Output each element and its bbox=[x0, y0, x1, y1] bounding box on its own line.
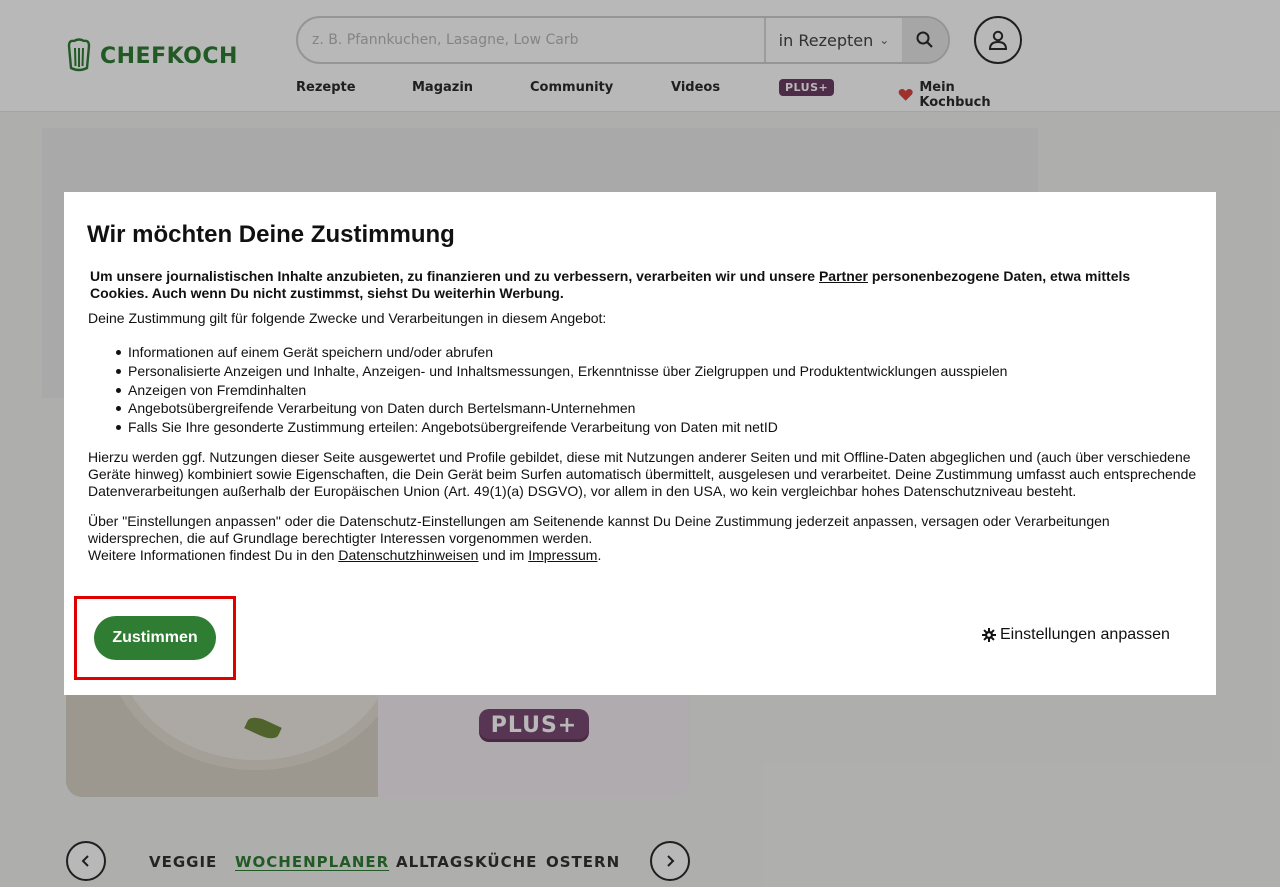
consent-more-info: Weitere Informationen findest Du in den … bbox=[88, 547, 601, 563]
partner-link[interactable]: Partner bbox=[819, 268, 868, 284]
purposes-list: Informationen auf einem Gerät speichern … bbox=[115, 343, 1008, 437]
gear-icon bbox=[982, 628, 996, 642]
purpose-item: Anzeigen von Fremdinhalten bbox=[115, 381, 1007, 400]
more-info-text-end: . bbox=[597, 547, 602, 563]
consent-paragraph-settings: Über "Einstellungen anpassen" oder die D… bbox=[88, 513, 1110, 546]
privacy-link[interactable]: Datenschutzhinweisen bbox=[338, 547, 478, 563]
purpose-item: Angebotsübergreifende Verarbeitung von D… bbox=[115, 399, 1007, 418]
settings-label: Einstellungen anpassen bbox=[1000, 626, 1170, 643]
more-info-text-middle: und im bbox=[478, 547, 529, 563]
purposes-label: Deine Zustimmung gilt für folgende Zweck… bbox=[88, 310, 607, 326]
consent-title: Wir möchten Deine Zustimmung bbox=[87, 221, 455, 248]
purpose-item: Falls Sie Ihre gesonderte Zustimmung ert… bbox=[115, 418, 1007, 437]
consent-dialog: Wir möchten Deine Zustimmung Um unsere j… bbox=[64, 192, 1216, 695]
imprint-link[interactable]: Impressum bbox=[528, 547, 597, 563]
purpose-item: Informationen auf einem Gerät speichern … bbox=[115, 343, 1007, 362]
purpose-item: Personalisierte Anzeigen und Inhalte, An… bbox=[115, 362, 1008, 379]
consent-intro-text: Um unsere journalistischen Inhalte anzub… bbox=[90, 268, 819, 284]
more-info-text: Weitere Informationen findest Du in den bbox=[88, 547, 339, 563]
accept-button[interactable]: Zustimmen bbox=[94, 616, 216, 660]
settings-button[interactable]: Einstellungen anpassen bbox=[982, 626, 1170, 644]
consent-intro: Um unsere journalistischen Inhalte anzub… bbox=[90, 268, 1180, 302]
consent-paragraph-processing: Hierzu werden ggf. Nutzungen dieser Seit… bbox=[88, 449, 1197, 499]
